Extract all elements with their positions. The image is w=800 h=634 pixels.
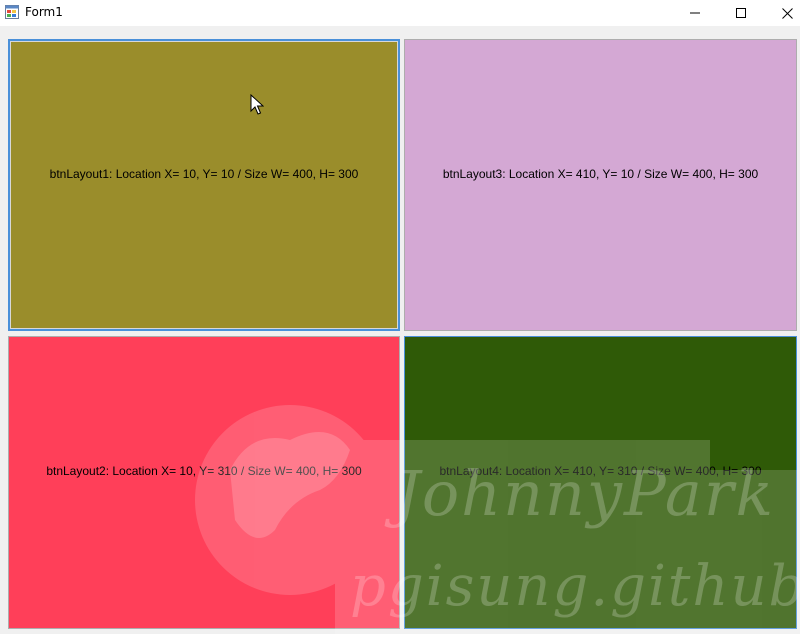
- close-button[interactable]: [764, 0, 800, 26]
- form-client-area: btnLayout1: Location X= 10, Y= 10 / Size…: [0, 26, 800, 634]
- btn-layout-4[interactable]: btnLayout4: Location X= 410, Y= 310 / Si…: [404, 336, 797, 629]
- close-icon: [781, 7, 793, 19]
- btn-layout-2[interactable]: btnLayout2: Location X= 10, Y= 310 / Siz…: [8, 336, 400, 629]
- form-window: Form1 btnLayout1: Location X= 10, Y= 10 …: [0, 0, 800, 634]
- btn-layout-2-label: btnLayout2: Location X= 10, Y= 310 / Siz…: [46, 464, 362, 478]
- btn-layout-1-label: btnLayout1: Location X= 10, Y= 10 / Size…: [49, 167, 359, 181]
- btn-layout-3[interactable]: btnLayout3: Location X= 410, Y= 10 / Siz…: [404, 39, 797, 331]
- title-bar[interactable]: Form1: [0, 0, 800, 26]
- btn-layout-1[interactable]: btnLayout1: Location X= 10, Y= 10 / Size…: [8, 39, 400, 331]
- minimize-button[interactable]: [672, 0, 718, 26]
- maximize-icon: [736, 8, 746, 18]
- btn-layout-4-label: btnLayout4: Location X= 410, Y= 310 / Si…: [439, 464, 762, 478]
- btn-layout-3-label: btnLayout3: Location X= 410, Y= 10 / Siz…: [442, 167, 759, 181]
- maximize-button[interactable]: [718, 0, 764, 26]
- minimize-icon: [690, 12, 700, 14]
- window-title: Form1: [25, 5, 63, 19]
- winforms-app-icon: [5, 5, 19, 19]
